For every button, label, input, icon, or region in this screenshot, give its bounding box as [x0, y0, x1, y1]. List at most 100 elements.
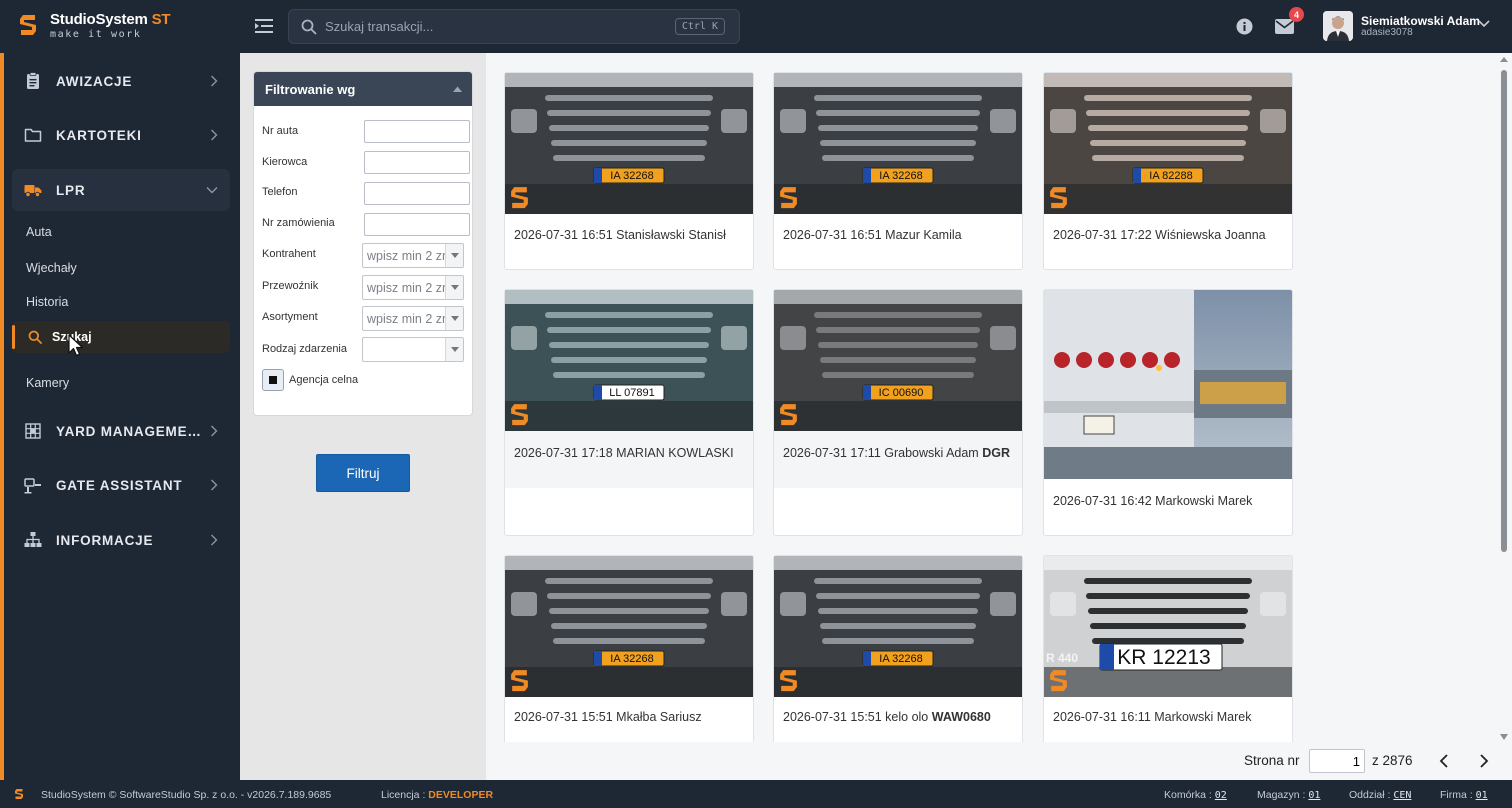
asortyment-combo[interactable]: wpisz min 2 znaki: [362, 306, 464, 331]
sidebar-item-szukaj[interactable]: Szukaj: [12, 321, 230, 353]
user-avatar[interactable]: [1323, 11, 1353, 41]
user-login: adasie3078: [1361, 27, 1413, 38]
svg-text:IA 82288: IA 82288: [1149, 170, 1192, 182]
nav-group-kartoteki[interactable]: KARTOTEKI: [12, 114, 230, 156]
filter-panel-header[interactable]: Filtrowanie wg: [254, 72, 472, 106]
lpr-card[interactable]: IA 32268 2026-07-31 15:51 Mkałba Sariusz: [504, 555, 754, 742]
info-icon[interactable]: [1236, 18, 1253, 35]
sidebar: AWIZACJE KARTOTEKI LPR Auta Wjechały His…: [0, 53, 240, 780]
vehicle-photo[interactable]: IA 32268: [774, 73, 1022, 214]
svg-text:IA 32268: IA 32268: [879, 170, 922, 182]
field-label-asortyment: Asortyment: [262, 311, 318, 323]
przewoznik-combo[interactable]: wpisz min 2 znaki: [362, 275, 464, 300]
app-logo[interactable]: StudioSystem ST make it work: [18, 12, 171, 40]
vehicle-photo[interactable]: KR 12213 R 440: [1044, 556, 1292, 697]
combo-placeholder: wpisz min 2 znaki: [367, 312, 445, 326]
transaction-search[interactable]: Ctrl K: [288, 9, 740, 44]
lpr-card[interactable]: IA 32268 2026-07-31 15:51 kelo olo WAW068…: [773, 555, 1023, 742]
card-caption: 2026-07-31 15:51 Mkałba Sariusz: [514, 710, 702, 724]
previous-page-icon[interactable]: [1439, 754, 1449, 768]
search-input[interactable]: [325, 10, 655, 43]
vehicle-photo[interactable]: IA 82288: [1044, 73, 1292, 214]
agencja-celna-label[interactable]: Agencja celna: [289, 374, 358, 386]
chevron-right-icon: [211, 75, 218, 87]
vehicle-photo[interactable]: IC 00690: [774, 290, 1022, 431]
card-caption-tag: DGR: [982, 446, 1010, 460]
nav-group-lpr[interactable]: LPR: [12, 169, 230, 211]
studiosystem-logo-icon: [15, 789, 23, 799]
combo-placeholder: wpisz min 2 znaki: [367, 281, 445, 295]
nr-zamowienia-input[interactable]: [364, 213, 470, 236]
field-label-rodzaj-zdarzenia: Rodzaj zdarzenia: [262, 343, 347, 355]
combo-dropdown-button[interactable]: [445, 338, 463, 361]
combo-dropdown-button[interactable]: [445, 244, 463, 267]
license-plate: KR 12213: [1099, 643, 1223, 671]
card-caption: 2026-07-31 16:51 Mazur Kamila: [783, 228, 962, 242]
telefon-input[interactable]: [364, 182, 470, 205]
sidebar-item-auta[interactable]: Auta: [26, 225, 52, 239]
lpr-gallery: IA 32268 2026-07-31 16:51 Stanisławski St…: [486, 53, 1512, 742]
copyright-text: StudioSystem © SoftwareStudio Sp. z o.o.…: [41, 789, 332, 801]
vehicle-photo[interactable]: [1044, 290, 1292, 479]
vehicle-photo[interactable]: LL 07891: [505, 290, 753, 431]
page-number-input[interactable]: [1309, 749, 1365, 773]
nr-auta-input[interactable]: [364, 120, 470, 143]
nav-group-awizacje[interactable]: AWIZACJE: [12, 60, 230, 102]
lpr-card[interactable]: IA 32268 2026-07-31 16:51 Mazur Kamila: [773, 72, 1023, 270]
rodzaj-zdarzenia-combo[interactable]: [362, 337, 464, 362]
studiosystem-logo-icon: [20, 15, 36, 35]
top-bar: StudioSystem ST make it work Ctrl K 4: [0, 0, 1512, 53]
nav-group-label: YARD MANAGEMENT: [56, 424, 201, 439]
kierowca-input[interactable]: [364, 151, 470, 174]
nav-group-yard-management[interactable]: YARD MANAGEMENT: [12, 410, 230, 452]
chevron-right-icon: [211, 479, 218, 491]
sidebar-item-kamery[interactable]: Kamery: [26, 376, 69, 390]
field-label-telefon: Telefon: [262, 186, 298, 198]
card-caption: 2026-07-31 16:42 Markowski Marek: [1053, 494, 1253, 508]
sidebar-item-wjechaly[interactable]: Wjechały: [26, 261, 77, 275]
clipboard-icon: [27, 72, 39, 89]
search-shortcut-hint: Ctrl K: [674, 18, 725, 35]
lpr-card[interactable]: KR 12213 R 440 2026-07-31 16:11 Markowski …: [1043, 555, 1293, 742]
lpr-card[interactable]: IA 32268 2026-07-31 16:51 Stanisławski St…: [504, 72, 754, 270]
status-footer: StudioSystem © SoftwareStudio Sp. z o.o.…: [0, 780, 1512, 808]
combo-dropdown-button[interactable]: [445, 276, 463, 299]
lpr-card[interactable]: 2026-07-31 16:42 Markowski Marek: [1043, 289, 1293, 536]
vehicle-photo[interactable]: IA 32268: [774, 556, 1022, 697]
vehicle-photo[interactable]: IA 32268: [505, 73, 753, 214]
lpr-card[interactable]: IA 82288 2026-07-31 17:22 Wiśniewska Joan…: [1043, 72, 1293, 270]
license-info: Licencja : DEVELOPER: [381, 789, 494, 801]
agencja-celna-checkbox[interactable]: [262, 369, 284, 391]
mail-icon[interactable]: [1275, 19, 1294, 34]
gallery-scrollbar[interactable]: [1498, 56, 1510, 742]
combo-dropdown-button[interactable]: [445, 307, 463, 330]
lpr-card[interactable]: IC 00690 2026-07-31 17:11 Grabowski Adam …: [773, 289, 1023, 536]
license-value: DEVELOPER: [428, 789, 494, 801]
nav-group-gate-assistant[interactable]: GATE ASSISTANT: [12, 464, 230, 506]
nav-group-label: INFORMACJE: [56, 533, 154, 548]
collapse-caret-icon[interactable]: [453, 86, 462, 92]
filter-button[interactable]: Filtruj: [316, 454, 410, 492]
chevron-right-icon: [211, 534, 218, 546]
nav-group-informacje[interactable]: INFORMACJE: [12, 519, 230, 561]
field-label-kierowca: Kierowca: [262, 156, 308, 168]
svg-text:IC 00690: IC 00690: [879, 387, 924, 399]
lpr-card[interactable]: LL 07891 2026-07-31 17:18 MARIAN KOWLASKI: [504, 289, 754, 536]
svg-text:IA 32268: IA 32268: [879, 653, 922, 665]
gate-icon: [24, 478, 41, 494]
sidebar-item-historia[interactable]: Historia: [26, 295, 68, 309]
chevron-down-icon: [206, 187, 218, 194]
folder-icon: [24, 128, 42, 142]
user-name[interactable]: Siemiatkowski Adam: [1361, 14, 1480, 28]
magazyn-info: Magazyn : 01: [1257, 789, 1321, 801]
kontrahent-combo[interactable]: wpisz min 2 znaki: [362, 243, 464, 268]
vehicle-photo[interactable]: IA 32268: [505, 556, 753, 697]
collapse-menu-icon[interactable]: [255, 18, 273, 34]
firma-info: Firma : 01: [1440, 789, 1488, 801]
chevron-down-icon[interactable]: [1478, 20, 1490, 28]
next-page-icon[interactable]: [1479, 754, 1489, 768]
caret-down-icon: [451, 316, 459, 321]
combo-placeholder: wpisz min 2 znaki: [367, 249, 445, 263]
nav-group-label: AWIZACJE: [56, 74, 133, 89]
license-plate: IA 32268: [862, 650, 934, 667]
